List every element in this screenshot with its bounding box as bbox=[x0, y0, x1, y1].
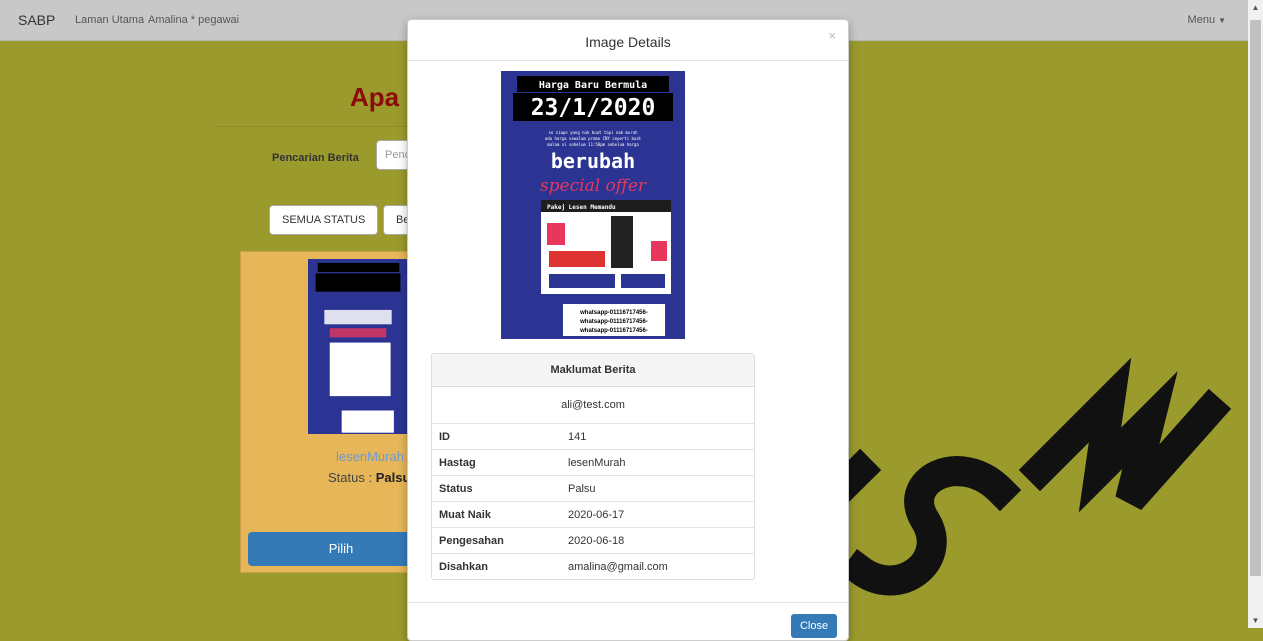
row-key: Hastag bbox=[432, 449, 561, 475]
news-info-table: Maklumat Berita ali@test.com ID 141 Hasta… bbox=[431, 353, 755, 580]
poster-panel-title: Pakej Lesen Memandu bbox=[547, 204, 616, 211]
table-row: Hastag lesenMurah bbox=[432, 449, 754, 475]
scroll-down-icon[interactable]: ▼ bbox=[1248, 613, 1263, 628]
close-icon[interactable]: × bbox=[828, 28, 836, 43]
poster-contact-2: whatsapp-01116717456- bbox=[579, 319, 648, 325]
row-key: Disahkan bbox=[432, 553, 561, 579]
scroll-thumb[interactable] bbox=[1250, 20, 1261, 576]
poster-graphic: Harga Baru Bermula 23/1/2020 so ziape ya… bbox=[501, 71, 685, 339]
row-key: Muat Naik bbox=[432, 501, 561, 527]
table-header: Maklumat Berita bbox=[432, 354, 754, 387]
poster-blurb-line-3: malam ni sebelum 11:50pm sebelum harga bbox=[547, 142, 639, 147]
table-row: Muat Naik 2020-06-17 bbox=[432, 501, 754, 527]
row-key: Status bbox=[432, 475, 561, 501]
table-row: Disahkan amalina@gmail.com bbox=[432, 553, 754, 579]
poster-headline: Harga Baru Bermula bbox=[539, 80, 647, 91]
scroll-up-icon[interactable]: ▲ bbox=[1248, 0, 1263, 15]
row-value: 2020-06-18 bbox=[561, 527, 754, 553]
scrollbar[interactable]: ▲ ▼ bbox=[1248, 0, 1263, 628]
submitter-email: ali@test.com bbox=[561, 399, 625, 411]
poster-date: 23/1/2020 bbox=[531, 95, 656, 121]
poster-script-text: special offer bbox=[540, 176, 647, 196]
image-details-modal: Image Details × Harga Baru Bermula 23/1/… bbox=[407, 19, 849, 641]
close-button[interactable]: Close bbox=[791, 614, 837, 638]
row-value: Palsu bbox=[561, 475, 754, 501]
table-row: ID 141 bbox=[432, 423, 754, 449]
news-image: Harga Baru Bermula 23/1/2020 so ziape ya… bbox=[501, 71, 685, 339]
row-value: 141 bbox=[561, 423, 754, 449]
row-key: ID bbox=[432, 423, 561, 449]
table-row: Pengesahan 2020-06-18 bbox=[432, 527, 754, 553]
poster-big-word: berubah bbox=[551, 149, 635, 173]
modal-title: Image Details bbox=[585, 34, 671, 50]
poster-contact-3: whatsapp-01116717456- bbox=[579, 328, 648, 334]
row-value: lesenMurah bbox=[561, 449, 754, 475]
row-key: Pengesahan bbox=[432, 527, 561, 553]
poster-contact-1: whatsapp-01116717456- bbox=[579, 310, 648, 316]
modal-footer-divider bbox=[408, 602, 848, 603]
poster-blurb-line-1: so ziape yang nak buat tapi nak murah bbox=[548, 130, 638, 135]
row-value: 2020-06-17 bbox=[561, 501, 754, 527]
modal-header: Image Details × bbox=[408, 20, 848, 61]
poster-blurb-line-2: ada harga sewalam promo CNY ceperti buat bbox=[545, 136, 642, 141]
row-value: amalina@gmail.com bbox=[561, 553, 754, 579]
table-row: Status Palsu bbox=[432, 475, 754, 501]
